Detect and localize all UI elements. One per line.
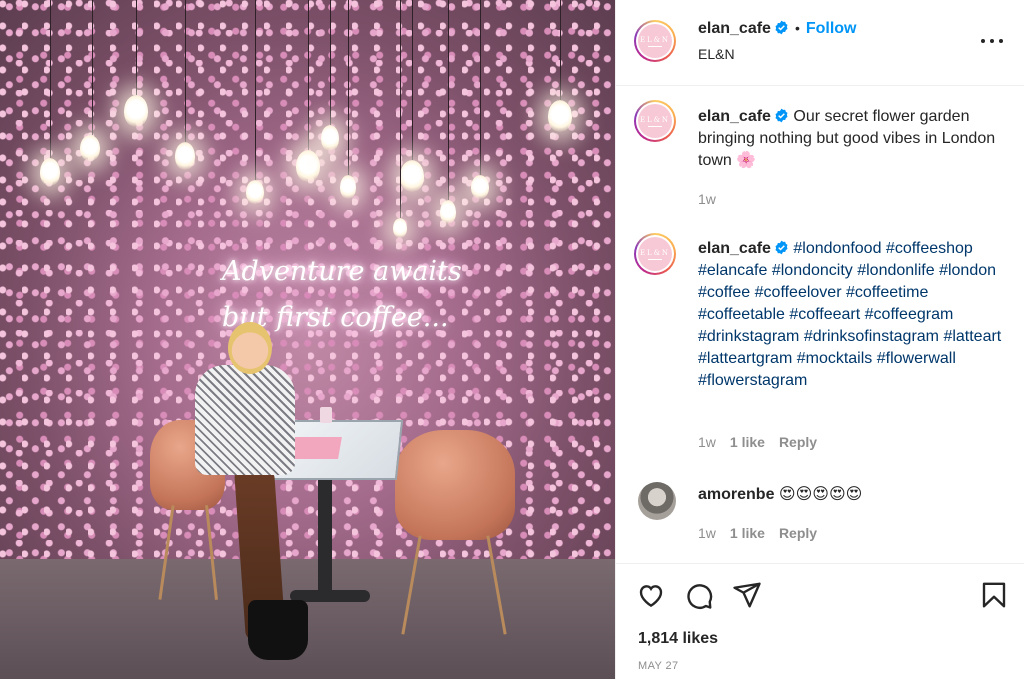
caption-username[interactable]: elan_cafe xyxy=(698,108,771,125)
light-bulb xyxy=(296,150,320,182)
light-bulb xyxy=(340,175,356,199)
paper-plane-icon[interactable] xyxy=(732,580,762,610)
boots xyxy=(248,600,308,660)
light-bulb xyxy=(40,158,60,186)
post-header: EL&N elan_cafe • Follow EL&N xyxy=(616,0,1024,86)
header-title-row: elan_cafe • Follow xyxy=(698,20,857,38)
caption-avatar[interactable]: EL&N xyxy=(634,100,676,142)
bulb-cord xyxy=(480,0,481,175)
bulb-cord xyxy=(136,0,137,95)
bulb-cord xyxy=(308,0,309,150)
bulb-cord xyxy=(400,0,401,218)
light-bulb xyxy=(175,142,195,170)
bulb-cord xyxy=(185,0,186,142)
more-options-icon[interactable] xyxy=(981,30,1003,52)
light-bulb xyxy=(440,200,456,224)
bulb-cord xyxy=(560,0,561,100)
post-date[interactable]: MAY 27 xyxy=(638,660,679,672)
chair-right xyxy=(395,430,515,540)
commenter-username[interactable]: amorenbe xyxy=(698,486,774,503)
comment-meta: 1w 1 like Reply xyxy=(698,434,817,450)
person-jacket xyxy=(195,365,295,475)
header-username[interactable]: elan_cafe xyxy=(698,20,771,37)
hashtag-list[interactable]: #londonfood #coffeeshop #elancafe #londo… xyxy=(698,240,1001,389)
table-leg xyxy=(318,478,332,598)
verified-badge-icon xyxy=(775,240,788,255)
reply-button[interactable]: Reply xyxy=(779,525,817,541)
bulb-cord xyxy=(412,0,413,160)
verified-badge-icon xyxy=(775,20,788,35)
bulb-cord xyxy=(448,0,449,200)
person-head xyxy=(228,322,272,374)
neon-sign-line-1: Adventure awaits xyxy=(222,256,462,287)
bulb-cord xyxy=(330,0,331,125)
bulb-cord xyxy=(92,0,93,135)
commenter-avatar[interactable] xyxy=(638,482,676,520)
reply-button[interactable]: Reply xyxy=(779,434,817,450)
post-panel: EL&N elan_cafe • Follow EL&N EL&N elan_caf… xyxy=(615,0,1024,679)
light-bulb xyxy=(548,100,572,132)
light-bulb xyxy=(321,125,339,151)
post-image[interactable]: Adventure awaits but first coffee... xyxy=(0,0,615,679)
like-count[interactable]: 1,814 likes xyxy=(638,630,718,648)
caption-time[interactable]: 1w xyxy=(698,191,716,207)
caption: elan_cafe Our secret flower garden bring… xyxy=(698,106,998,172)
comment-avatar[interactable]: EL&N xyxy=(634,233,676,275)
bulb-cord xyxy=(255,0,256,180)
verified-badge-icon xyxy=(775,108,788,123)
bulb-cord xyxy=(50,0,51,158)
follow-button[interactable]: Follow xyxy=(806,20,857,37)
action-bar: 1,814 likes MAY 27 xyxy=(616,563,1024,679)
bookmark-icon[interactable] xyxy=(979,580,1009,610)
comment-like-count[interactable]: 1 like xyxy=(730,525,765,541)
bulb-cord xyxy=(348,0,349,175)
heart-icon[interactable] xyxy=(636,580,666,610)
coffee-mug xyxy=(320,407,332,423)
light-bulb xyxy=(124,95,148,127)
comment-like-count[interactable]: 1 like xyxy=(730,434,765,450)
header-location[interactable]: EL&N xyxy=(698,46,735,62)
comment-time[interactable]: 1w xyxy=(698,525,716,541)
profile-avatar[interactable]: EL&N xyxy=(634,20,676,62)
light-bulb xyxy=(246,180,264,204)
light-bulb xyxy=(80,135,100,161)
separator-dot: • xyxy=(794,20,800,36)
comment-text: 😍😍😍😍😍 xyxy=(778,486,863,503)
light-bulb xyxy=(471,175,489,199)
light-bulb xyxy=(400,160,424,192)
comment-meta: 1w 1 like Reply xyxy=(698,525,817,541)
comment-icon[interactable] xyxy=(684,580,714,610)
comment-username[interactable]: elan_cafe xyxy=(698,240,771,257)
emoji-comment: amorenbe 😍😍😍😍😍 xyxy=(698,484,862,506)
hashtag-comment: elan_cafe #londonfood #coffeeshop #elanc… xyxy=(698,238,1016,392)
light-bulb xyxy=(393,218,407,238)
comment-time[interactable]: 1w xyxy=(698,434,716,450)
